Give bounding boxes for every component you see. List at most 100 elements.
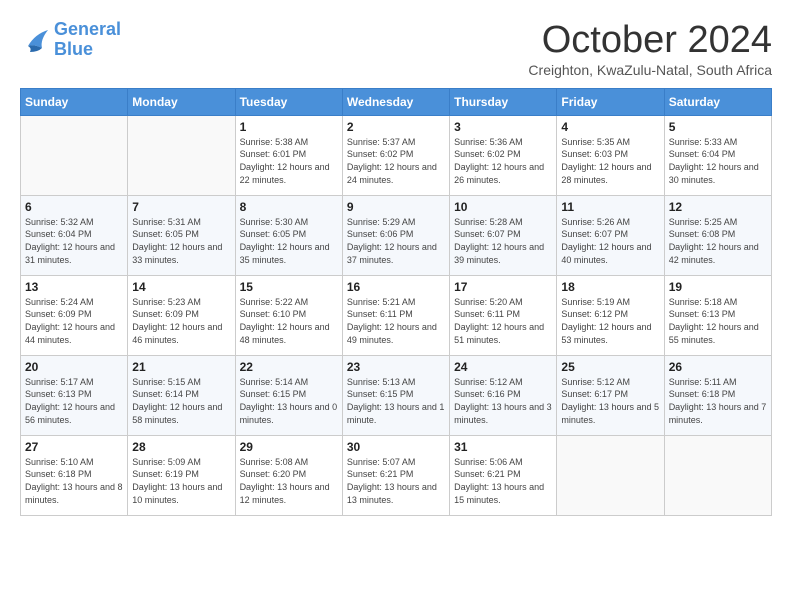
day-info: Sunrise: 5:37 AMSunset: 6:02 PMDaylight:… bbox=[347, 136, 445, 186]
day-cell bbox=[664, 435, 771, 515]
day-number: 19 bbox=[669, 280, 767, 294]
week-row-3: 13Sunrise: 5:24 AMSunset: 6:09 PMDayligh… bbox=[21, 275, 772, 355]
day-cell: 18 Sunrise: 5:19 AMSunset: 6:12 PMDayligh… bbox=[557, 275, 664, 355]
day-info: Sunrise: 5:29 AMSunset: 6:06 PMDaylight:… bbox=[347, 216, 445, 266]
day-cell: 17 Sunrise: 5:20 AMSunset: 6:11 PMDayligh… bbox=[450, 275, 557, 355]
day-number: 2 bbox=[347, 120, 445, 134]
week-row-5: 27Sunrise: 5:10 AMSunset: 6:18 PMDayligh… bbox=[21, 435, 772, 515]
day-cell: 31Sunrise: 5:06 AMSunset: 6:21 PMDayligh… bbox=[450, 435, 557, 515]
day-number: 18 bbox=[561, 280, 659, 294]
col-header-saturday: Saturday bbox=[664, 88, 771, 115]
day-info: Sunrise: 5:28 AMSunset: 6:07 PMDaylight:… bbox=[454, 216, 552, 266]
day-number: 23 bbox=[347, 360, 445, 374]
day-info: Sunrise: 5:19 AMSunset: 6:12 PMDaylight:… bbox=[561, 296, 659, 346]
day-number: 16 bbox=[347, 280, 445, 294]
day-info: Sunrise: 5:13 AMSunset: 6:15 PMDaylight:… bbox=[347, 376, 445, 426]
day-info: Sunrise: 5:23 AMSunset: 6:09 PMDaylight:… bbox=[132, 296, 230, 346]
day-info: Sunrise: 5:30 AMSunset: 6:05 PMDaylight:… bbox=[240, 216, 338, 266]
day-cell: 19 Sunrise: 5:18 AMSunset: 6:13 PMDayligh… bbox=[664, 275, 771, 355]
day-cell: 28 Sunrise: 5:09 AMSunset: 6:19 PMDayligh… bbox=[128, 435, 235, 515]
day-info: Sunrise: 5:35 AMSunset: 6:03 PMDaylight:… bbox=[561, 136, 659, 186]
day-cell: 5 Sunrise: 5:33 AMSunset: 6:04 PMDaylight… bbox=[664, 115, 771, 195]
day-info: Sunrise: 5:32 AMSunset: 6:04 PMDaylight:… bbox=[25, 216, 123, 266]
day-info: Sunrise: 5:14 AMSunset: 6:15 PMDaylight:… bbox=[240, 376, 338, 426]
day-info: Sunrise: 5:15 AMSunset: 6:14 PMDaylight:… bbox=[132, 376, 230, 426]
day-cell: 11Sunrise: 5:26 AMSunset: 6:07 PMDayligh… bbox=[557, 195, 664, 275]
col-header-thursday: Thursday bbox=[450, 88, 557, 115]
day-info: Sunrise: 5:21 AMSunset: 6:11 PMDaylight:… bbox=[347, 296, 445, 346]
day-number: 10 bbox=[454, 200, 552, 214]
day-number: 14 bbox=[132, 280, 230, 294]
day-number: 7 bbox=[132, 200, 230, 214]
day-cell: 8 Sunrise: 5:30 AMSunset: 6:05 PMDaylight… bbox=[235, 195, 342, 275]
day-info: Sunrise: 5:18 AMSunset: 6:13 PMDaylight:… bbox=[669, 296, 767, 346]
day-cell: 13Sunrise: 5:24 AMSunset: 6:09 PMDayligh… bbox=[21, 275, 128, 355]
month-title: October 2024 bbox=[528, 20, 772, 62]
day-cell: 24 Sunrise: 5:12 AMSunset: 6:16 PMDayligh… bbox=[450, 355, 557, 435]
col-header-friday: Friday bbox=[557, 88, 664, 115]
day-info: Sunrise: 5:07 AMSunset: 6:21 PMDaylight:… bbox=[347, 456, 445, 506]
day-info: Sunrise: 5:36 AMSunset: 6:02 PMDaylight:… bbox=[454, 136, 552, 186]
day-cell: 4Sunrise: 5:35 AMSunset: 6:03 PMDaylight… bbox=[557, 115, 664, 195]
day-info: Sunrise: 5:09 AMSunset: 6:19 PMDaylight:… bbox=[132, 456, 230, 506]
day-number: 30 bbox=[347, 440, 445, 454]
location-subtitle: Creighton, KwaZulu-Natal, South Africa bbox=[528, 62, 772, 78]
page-header: General Blue October 2024 Creighton, Kwa… bbox=[20, 20, 772, 78]
day-number: 3 bbox=[454, 120, 552, 134]
day-cell: 21 Sunrise: 5:15 AMSunset: 6:14 PMDayligh… bbox=[128, 355, 235, 435]
day-number: 12 bbox=[669, 200, 767, 214]
day-cell: 25Sunrise: 5:12 AMSunset: 6:17 PMDayligh… bbox=[557, 355, 664, 435]
day-info: Sunrise: 5:11 AMSunset: 6:18 PMDaylight:… bbox=[669, 376, 767, 426]
day-number: 28 bbox=[132, 440, 230, 454]
day-cell: 12 Sunrise: 5:25 AMSunset: 6:08 PMDayligh… bbox=[664, 195, 771, 275]
day-cell: 9Sunrise: 5:29 AMSunset: 6:06 PMDaylight… bbox=[342, 195, 449, 275]
col-header-wednesday: Wednesday bbox=[342, 88, 449, 115]
day-info: Sunrise: 5:38 AMSunset: 6:01 PMDaylight:… bbox=[240, 136, 338, 186]
day-info: Sunrise: 5:20 AMSunset: 6:11 PMDaylight:… bbox=[454, 296, 552, 346]
day-cell: 3 Sunrise: 5:36 AMSunset: 6:02 PMDaylight… bbox=[450, 115, 557, 195]
day-cell: 27Sunrise: 5:10 AMSunset: 6:18 PMDayligh… bbox=[21, 435, 128, 515]
day-cell: 1Sunrise: 5:38 AMSunset: 6:01 PMDaylight… bbox=[235, 115, 342, 195]
logo-icon bbox=[20, 26, 50, 54]
day-cell bbox=[128, 115, 235, 195]
day-cell: 2 Sunrise: 5:37 AMSunset: 6:02 PMDaylight… bbox=[342, 115, 449, 195]
logo-text: General Blue bbox=[54, 20, 121, 60]
day-info: Sunrise: 5:08 AMSunset: 6:20 PMDaylight:… bbox=[240, 456, 338, 506]
day-cell: 7Sunrise: 5:31 AMSunset: 6:05 PMDaylight… bbox=[128, 195, 235, 275]
day-number: 29 bbox=[240, 440, 338, 454]
day-number: 5 bbox=[669, 120, 767, 134]
day-cell: 29 Sunrise: 5:08 AMSunset: 6:20 PMDayligh… bbox=[235, 435, 342, 515]
day-number: 31 bbox=[454, 440, 552, 454]
day-number: 15 bbox=[240, 280, 338, 294]
day-number: 20 bbox=[25, 360, 123, 374]
day-info: Sunrise: 5:26 AMSunset: 6:07 PMDaylight:… bbox=[561, 216, 659, 266]
day-number: 26 bbox=[669, 360, 767, 374]
day-cell: 6Sunrise: 5:32 AMSunset: 6:04 PMDaylight… bbox=[21, 195, 128, 275]
day-number: 22 bbox=[240, 360, 338, 374]
day-cell: 14 Sunrise: 5:23 AMSunset: 6:09 PMDayligh… bbox=[128, 275, 235, 355]
day-cell: 16 Sunrise: 5:21 AMSunset: 6:11 PMDayligh… bbox=[342, 275, 449, 355]
day-cell: 23 Sunrise: 5:13 AMSunset: 6:15 PMDayligh… bbox=[342, 355, 449, 435]
day-number: 17 bbox=[454, 280, 552, 294]
day-cell bbox=[21, 115, 128, 195]
day-info: Sunrise: 5:25 AMSunset: 6:08 PMDaylight:… bbox=[669, 216, 767, 266]
day-number: 8 bbox=[240, 200, 338, 214]
day-number: 24 bbox=[454, 360, 552, 374]
day-info: Sunrise: 5:22 AMSunset: 6:10 PMDaylight:… bbox=[240, 296, 338, 346]
day-info: Sunrise: 5:12 AMSunset: 6:16 PMDaylight:… bbox=[454, 376, 552, 426]
day-cell: 10 Sunrise: 5:28 AMSunset: 6:07 PMDayligh… bbox=[450, 195, 557, 275]
title-block: October 2024 Creighton, KwaZulu-Natal, S… bbox=[528, 20, 772, 78]
week-row-4: 20Sunrise: 5:17 AMSunset: 6:13 PMDayligh… bbox=[21, 355, 772, 435]
week-row-1: 1Sunrise: 5:38 AMSunset: 6:01 PMDaylight… bbox=[21, 115, 772, 195]
day-number: 21 bbox=[132, 360, 230, 374]
calendar-table: SundayMondayTuesdayWednesdayThursdayFrid… bbox=[20, 88, 772, 516]
day-cell: 15 Sunrise: 5:22 AMSunset: 6:10 PMDayligh… bbox=[235, 275, 342, 355]
col-header-tuesday: Tuesday bbox=[235, 88, 342, 115]
week-row-2: 6Sunrise: 5:32 AMSunset: 6:04 PMDaylight… bbox=[21, 195, 772, 275]
day-info: Sunrise: 5:33 AMSunset: 6:04 PMDaylight:… bbox=[669, 136, 767, 186]
day-cell: 22 Sunrise: 5:14 AMSunset: 6:15 PMDayligh… bbox=[235, 355, 342, 435]
col-header-monday: Monday bbox=[128, 88, 235, 115]
calendar-header-row: SundayMondayTuesdayWednesdayThursdayFrid… bbox=[21, 88, 772, 115]
day-info: Sunrise: 5:12 AMSunset: 6:17 PMDaylight:… bbox=[561, 376, 659, 426]
day-cell bbox=[557, 435, 664, 515]
